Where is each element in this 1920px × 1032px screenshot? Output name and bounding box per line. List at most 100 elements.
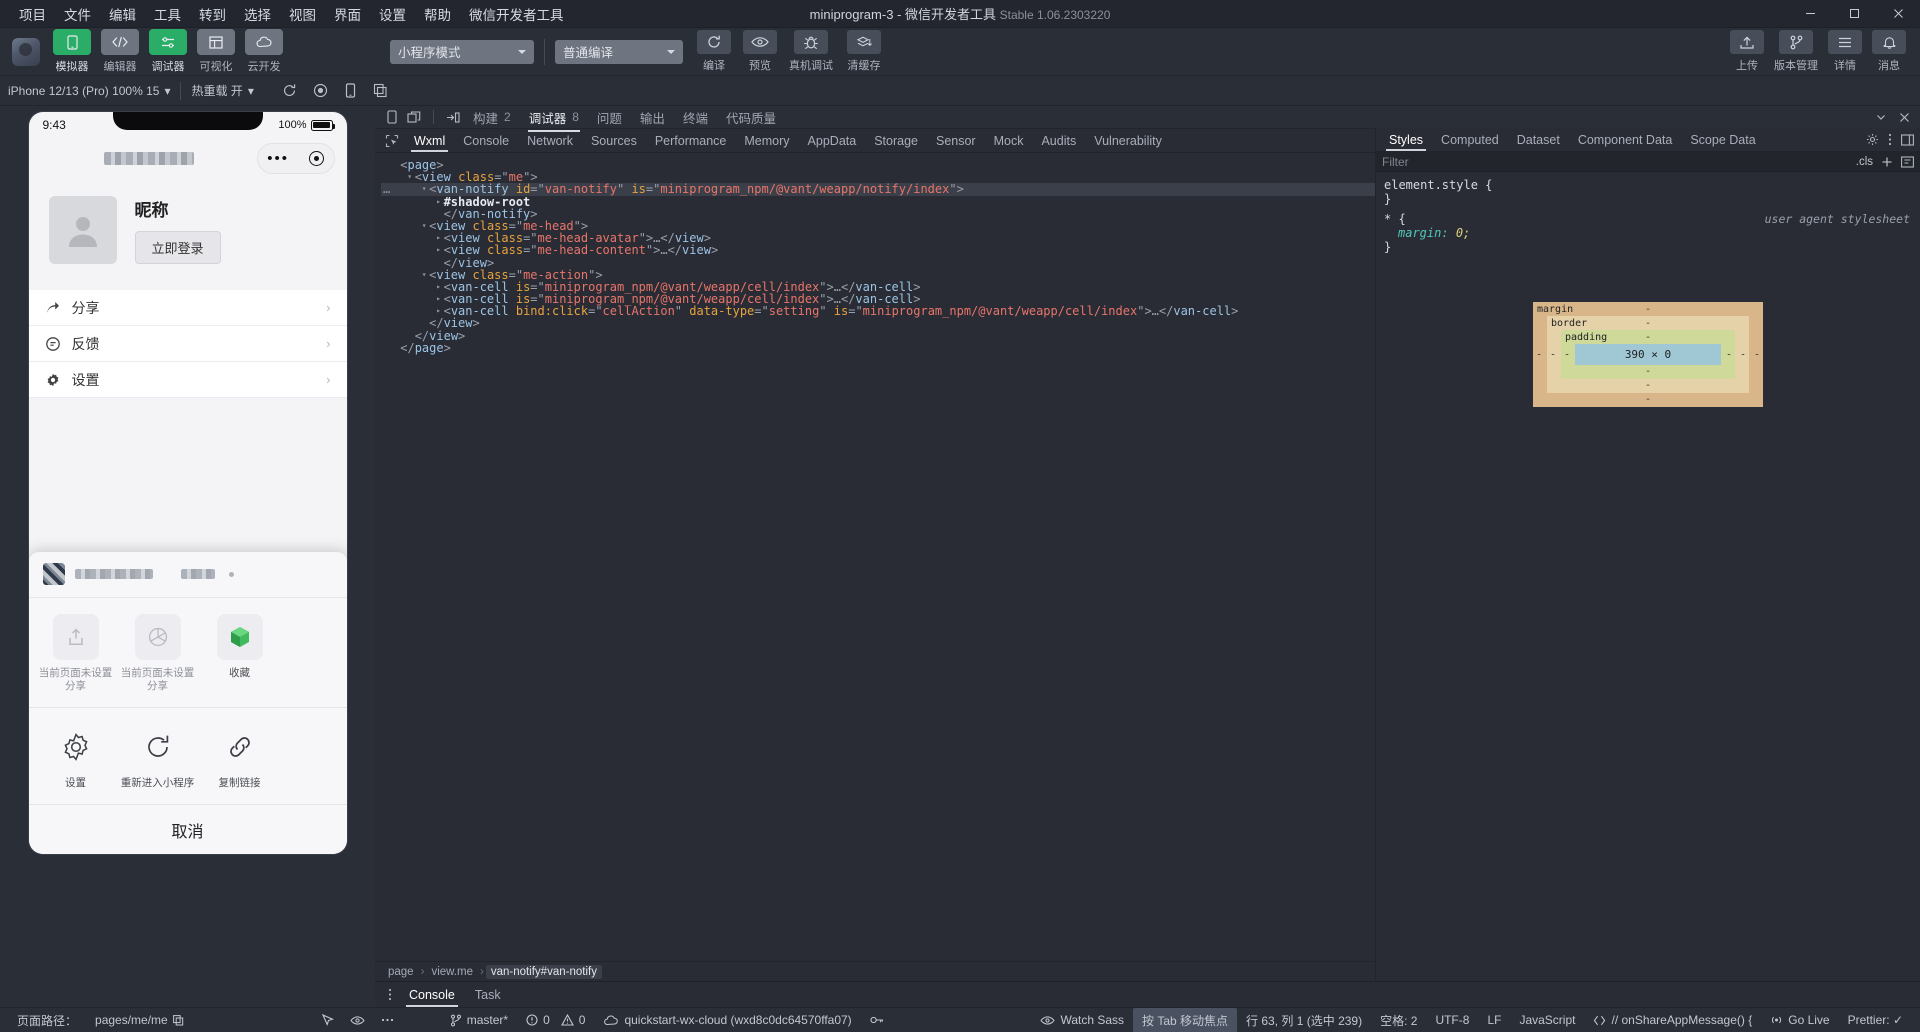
wxml-tree-line[interactable]: </view >: [381, 256, 1375, 269]
record-icon[interactable]: [313, 83, 328, 98]
panel-tab-debugger[interactable]: 调试器 8: [520, 106, 588, 132]
menu-item-project[interactable]: 项目: [10, 0, 55, 28]
phone-toggle-icon[interactable]: [381, 107, 403, 127]
dock-icon[interactable]: [442, 107, 464, 127]
twisty-icon[interactable]: [419, 317, 429, 329]
wxml-tree-line[interactable]: ▸ < van-cell bind:click =" cellAction " data-…: [381, 305, 1375, 317]
sheet-action-share-friend[interactable]: 当前页面未设置分享: [37, 613, 115, 693]
kebab-icon[interactable]: [381, 988, 399, 1001]
twisty-icon[interactable]: [390, 342, 400, 354]
tab-scope-data[interactable]: Scope Data: [1681, 130, 1764, 150]
compile-select[interactable]: 普通编译: [555, 39, 683, 64]
expand-dots-icon[interactable]: …: [383, 183, 390, 195]
twisty-icon[interactable]: ▸: [434, 281, 444, 293]
twisty-icon[interactable]: ▾: [419, 183, 429, 195]
breadcrumb-item-view[interactable]: view.me: [426, 965, 478, 979]
drawer-tab-task[interactable]: Task: [465, 985, 511, 1005]
login-button[interactable]: 立即登录: [134, 231, 221, 264]
menu-item-goto[interactable]: 转到: [190, 0, 235, 28]
kebab-icon[interactable]: [381, 1018, 394, 1022]
mode-select[interactable]: 小程序模式: [390, 39, 534, 64]
menu-item-edit[interactable]: 编辑: [100, 0, 145, 28]
user-avatar[interactable]: [48, 196, 117, 264]
close-button[interactable]: [1876, 0, 1920, 28]
sheet-action-favorite[interactable]: 收藏: [201, 613, 279, 693]
tab-performance[interactable]: Performance: [646, 131, 736, 151]
wxml-tree-line[interactable]: … ▾ < van-notify id =" van-notify " is =" minip…: [381, 183, 1375, 196]
menu-item-file[interactable]: 文件: [55, 0, 100, 28]
cursor-select-icon[interactable]: [379, 130, 405, 152]
tab-styles[interactable]: Styles: [1380, 130, 1432, 151]
device-selector[interactable]: iPhone 12/13 (Pro) 100% 15 ▾: [8, 84, 170, 98]
status-encoding[interactable]: UTF-8: [1426, 1008, 1478, 1032]
status-language[interactable]: JavaScript: [1510, 1008, 1584, 1032]
detach-icon[interactable]: [403, 107, 425, 127]
mode-debugger[interactable]: 调试器: [146, 29, 190, 74]
wxml-tree[interactable]: < page > ▾ < view class =" me ">… ▾ < van-notify …: [375, 153, 1375, 961]
tab-computed[interactable]: Computed: [1432, 130, 1508, 150]
action-sheet-cancel[interactable]: 取消: [28, 804, 347, 854]
twisty-icon[interactable]: [434, 257, 444, 269]
twisty-icon[interactable]: ▸: [434, 232, 444, 244]
box-model-content[interactable]: 390 × 0: [1575, 344, 1721, 365]
breadcrumb-item-van-notify[interactable]: van-notify#van-notify: [485, 964, 602, 979]
mode-editor[interactable]: 编辑器: [98, 29, 142, 74]
status-watch-sass[interactable]: Watch Sass: [1031, 1008, 1133, 1032]
tab-console[interactable]: Console: [454, 131, 518, 151]
avatar[interactable]: [12, 37, 40, 66]
tab-dataset[interactable]: Dataset: [1508, 130, 1569, 150]
twisty-icon[interactable]: ▸: [434, 293, 444, 305]
plus-icon[interactable]: [1881, 156, 1893, 168]
menu-item-interface[interactable]: 界面: [325, 0, 370, 28]
tab-vulnerability[interactable]: Vulnerability: [1085, 131, 1171, 151]
tab-audits[interactable]: Audits: [1032, 131, 1085, 151]
minimize-button[interactable]: [1788, 0, 1832, 28]
wxml-tree-line[interactable]: </view >: [381, 329, 1375, 341]
twisty-icon[interactable]: ▸: [434, 196, 444, 208]
mode-simulator[interactable]: 模拟器: [50, 29, 94, 74]
cell-setting[interactable]: 设置 ›: [28, 362, 347, 398]
new-style-rule-icon[interactable]: [1901, 155, 1914, 168]
preview-button[interactable]: 预览: [739, 30, 781, 73]
status-eol[interactable]: LF: [1478, 1008, 1510, 1032]
details-button[interactable]: 详情: [1824, 30, 1866, 73]
panel-tab-output[interactable]: 输出: [631, 106, 674, 129]
tab-sensor[interactable]: Sensor: [927, 131, 985, 151]
message-button[interactable]: 消息: [1868, 30, 1910, 73]
compile-button[interactable]: 编译: [693, 30, 735, 73]
panel-tab-terminal[interactable]: 终端: [674, 106, 717, 129]
menu-item-tools[interactable]: 工具: [145, 0, 190, 28]
panel-tab-build[interactable]: 构建 2: [464, 106, 520, 129]
close-icon[interactable]: [1899, 112, 1910, 123]
wechat-capsule[interactable]: •••: [256, 142, 335, 174]
menu-item-settings[interactable]: 设置: [370, 0, 415, 28]
copy-icon[interactable]: [373, 83, 388, 98]
status-problems[interactable]: 0 0: [517, 1008, 594, 1032]
menu-item-help[interactable]: 帮助: [415, 0, 460, 28]
styles-filter-input[interactable]: [1382, 154, 1856, 169]
drawer-tab-console[interactable]: Console: [399, 985, 465, 1007]
status-tab-focus[interactable]: 按 Tab 移动焦点: [1133, 1007, 1238, 1032]
status-page-path[interactable]: pages/me/me: [86, 1008, 193, 1032]
box-model-border[interactable]: border - - - - padding - - - - 390 × 0: [1547, 316, 1749, 393]
dock-right-icon[interactable]: [1901, 133, 1914, 146]
hot-reload-selector[interactable]: 热重载 开 ▾: [191, 82, 253, 99]
version-control-button[interactable]: 版本管理: [1770, 30, 1822, 73]
clear-cache-button[interactable]: 清缓存: [841, 30, 887, 73]
menu-item-view[interactable]: 视图: [280, 0, 325, 28]
breadcrumb-item-page[interactable]: page: [383, 965, 419, 979]
chevron-down-icon[interactable]: [1875, 111, 1887, 123]
rule-universal[interactable]: user agent stylesheet * { margin: 0; }: [1384, 212, 1912, 254]
eye-icon[interactable]: [350, 1015, 365, 1026]
tab-component-data[interactable]: Component Data: [1569, 130, 1682, 150]
kebab-icon[interactable]: [1888, 133, 1892, 146]
panel-tab-problems[interactable]: 问题: [588, 106, 631, 129]
device-icon[interactable]: [344, 83, 357, 98]
real-device-debug-button[interactable]: 真机调试: [785, 30, 837, 73]
tab-storage[interactable]: Storage: [865, 131, 927, 151]
status-cloud-env[interactable]: quickstart-wx-cloud (wxd8c0dc64570ffa07): [594, 1008, 860, 1032]
menu-item-select[interactable]: 选择: [235, 0, 280, 28]
status-cursor-position[interactable]: 行 63, 列 1 (选中 239): [1237, 1008, 1371, 1032]
copy-icon[interactable]: [172, 1014, 184, 1026]
tab-memory[interactable]: Memory: [735, 131, 798, 151]
